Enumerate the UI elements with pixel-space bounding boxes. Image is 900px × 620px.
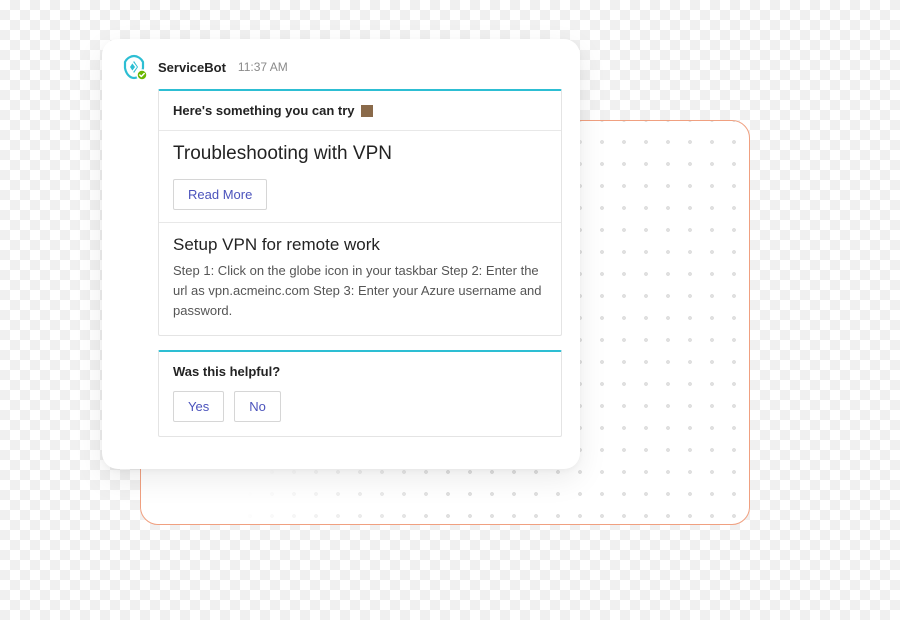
package-icon bbox=[361, 105, 373, 117]
divider bbox=[159, 130, 561, 131]
prompt-text: Here's something you can try bbox=[173, 103, 355, 118]
chat-header: ServiceBot 11:37 AM bbox=[102, 53, 580, 89]
bot-avatar-icon bbox=[120, 53, 148, 81]
suggestion-card: Here's something you can try Troubleshoo… bbox=[158, 89, 562, 336]
no-button[interactable]: No bbox=[234, 391, 281, 422]
article-title-1: Troubleshooting with VPN bbox=[173, 143, 547, 165]
bot-timestamp: 11:37 AM bbox=[238, 60, 288, 74]
yes-button[interactable]: Yes bbox=[173, 391, 224, 422]
bot-name: ServiceBot bbox=[158, 60, 226, 75]
divider bbox=[159, 222, 561, 223]
article-title-2: Setup VPN for remote work bbox=[173, 235, 547, 255]
read-more-button[interactable]: Read More bbox=[173, 179, 267, 210]
feedback-button-row: Yes No bbox=[173, 391, 547, 422]
suggestion-prompt: Here's something you can try bbox=[173, 103, 547, 118]
feedback-question: Was this helpful? bbox=[173, 364, 547, 379]
chat-message-card: ServiceBot 11:37 AM Here's something you… bbox=[102, 39, 580, 469]
article-steps: Step 1: Click on the globe icon in your … bbox=[173, 261, 547, 321]
feedback-card: Was this helpful? Yes No bbox=[158, 350, 562, 437]
